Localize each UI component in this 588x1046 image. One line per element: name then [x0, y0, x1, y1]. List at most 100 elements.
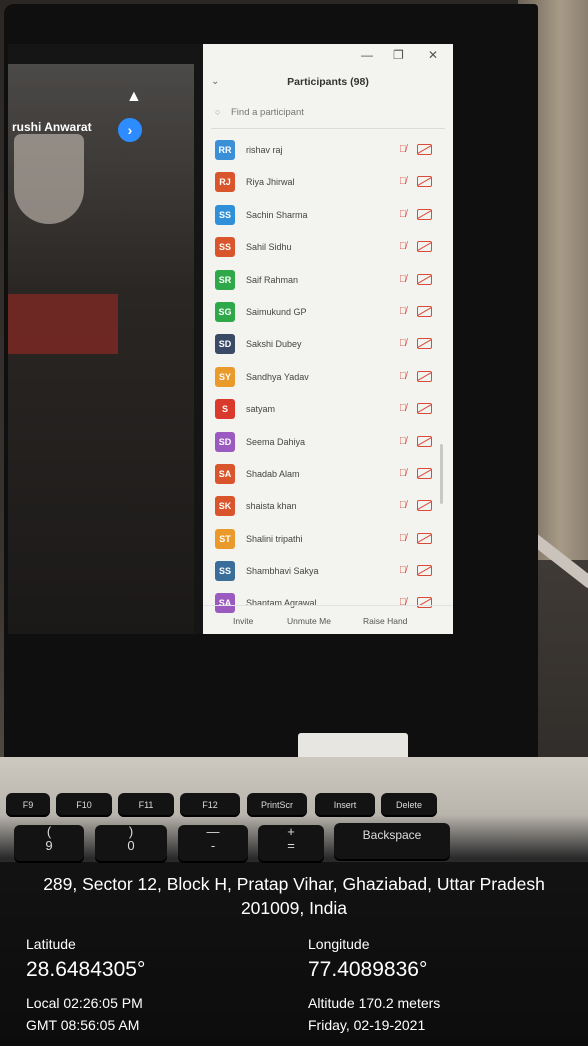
key-f12[interactable]: F12 [180, 793, 240, 817]
avatar: SR [215, 269, 235, 290]
laptop-screen: rushi Anwarat › ▲ — ❐ ✕ ⌄ Participants (… [8, 44, 453, 634]
key-f9[interactable]: F9 [6, 793, 50, 817]
camera-off-icon[interactable] [417, 144, 432, 155]
participant-name: Sandhya Yadav [246, 371, 309, 382]
participant-row[interactable]: SS Shambhavi Sakya 🎙̸ [203, 556, 453, 588]
participant-row[interactable]: SS Sachin Sharma 🎙̸ [203, 200, 453, 232]
participant-name: Shadab Alam [246, 468, 300, 479]
participant-name: Saimukund GP [246, 306, 307, 317]
participant-row[interactable]: SR Saif Rahman 🎙̸ [203, 265, 453, 297]
key-insert[interactable]: Insert [315, 793, 375, 817]
participants-panel: — ❐ ✕ ⌄ Participants (98) ○ RR rishav raj… [203, 44, 453, 634]
participant-row[interactable]: Ssatyam 🎙̸ [203, 394, 453, 426]
close-icon[interactable]: ✕ [428, 48, 438, 62]
participant-row[interactable]: SD Seema Dahiya 🎙̸ [203, 427, 453, 459]
mic-muted-icon[interactable]: 🎙̸ [399, 468, 407, 479]
panel-footer: Invite Unmute Me Raise Hand [203, 605, 453, 634]
camera-off-icon[interactable] [417, 370, 432, 382]
mic-muted-icon[interactable]: 🎙̸ [399, 565, 407, 576]
participant-name: Shalini tripathi [246, 533, 303, 544]
mic-muted-icon[interactable]: 🎙̸ [399, 176, 407, 187]
avatar: ST [215, 528, 235, 549]
photo: rushi Anwarat › ▲ — ❐ ✕ ⌄ Participants (… [0, 0, 588, 1046]
key-delete[interactable]: Delete [381, 793, 437, 817]
participant-name: Shambhavi Sakya [246, 566, 319, 577]
camera-off-icon[interactable] [417, 273, 432, 285]
latitude-value: 28.6484305° [26, 958, 146, 981]
participant-row[interactable]: SY Sandhya Yadav 🎙̸ [203, 362, 453, 394]
camera-off-icon[interactable] [417, 435, 432, 447]
participant-name: shaista khan [246, 501, 297, 512]
key-backspace[interactable]: Backspace [334, 823, 450, 861]
participant-row[interactable]: SG Saimukund GP 🎙̸ [203, 297, 453, 329]
camera-off-icon[interactable] [417, 208, 432, 220]
avatar: SS [215, 561, 235, 582]
participant-row[interactable]: SS Sahil Sidhu 🎙̸ [203, 232, 453, 264]
panel-title: Participants (98) [287, 76, 369, 88]
avatar: SG [215, 301, 235, 322]
scrollbar[interactable] [440, 444, 443, 504]
camera-off-icon[interactable] [417, 532, 432, 544]
avatar: SD [215, 334, 235, 355]
mic-muted-icon[interactable]: 🎙̸ [399, 241, 407, 252]
mic-muted-icon[interactable]: 🎙̸ [399, 500, 407, 511]
mic-muted-icon[interactable]: 🎙̸ [399, 533, 407, 544]
avatar: SS [215, 237, 235, 258]
participant-row[interactable]: RR rishav raj 🎙̸ [203, 135, 453, 167]
next-arrow-icon[interactable]: › [118, 118, 142, 142]
unmute-button[interactable]: Unmute Me [287, 616, 331, 626]
crest-image [14, 134, 84, 224]
invite-button[interactable]: Invite [233, 616, 253, 626]
camera-off-icon[interactable] [417, 176, 432, 188]
mic-muted-icon[interactable]: 🎙̸ [399, 403, 407, 414]
local-time: Local 02:26:05 PM [26, 995, 143, 1011]
participant-name: satyam [246, 404, 276, 415]
video-feed: rushi Anwarat › ▲ [8, 64, 194, 634]
camera-off-icon[interactable] [417, 565, 432, 577]
mic-muted-icon[interactable]: 🎙̸ [399, 338, 407, 349]
participant-list: RR rishav raj 🎙̸ RJ Riya Jhirwal 🎙̸ SS Sachin S… [203, 135, 453, 621]
avatar: SA [215, 463, 235, 484]
camera-off-icon[interactable] [417, 500, 432, 512]
mic-muted-icon[interactable]: 🎙̸ [399, 144, 407, 155]
popout-icon[interactable]: ❐ [393, 48, 404, 62]
mic-muted-icon[interactable]: 🎙̸ [399, 209, 407, 220]
altitude: Altitude 170.2 meters [308, 995, 441, 1011]
participant-row[interactable]: SA Shadab Alam 🎙̸ [203, 459, 453, 491]
participant-row[interactable]: SK shaista khan 🎙̸ [203, 491, 453, 523]
avatar: SD [215, 431, 235, 452]
key-9[interactable]: ( 9 [14, 825, 84, 863]
minimize-icon[interactable]: — [361, 48, 373, 62]
avatar: SS [215, 204, 235, 225]
avatar: SK [215, 496, 235, 517]
participant-row[interactable]: ST Shalini tripathi 🎙̸ [203, 524, 453, 556]
address: 289, Sector 12, Block H, Pratap Vihar, G… [43, 874, 545, 918]
search-icon: ○ [215, 107, 221, 117]
camera-off-icon[interactable] [417, 467, 432, 479]
gmt-time: GMT 08:56:05 AM [26, 1017, 140, 1033]
mic-muted-icon[interactable]: 🎙̸ [399, 371, 407, 382]
camera-off-icon[interactable] [417, 305, 432, 317]
avatar: RJ [215, 172, 235, 193]
participant-row[interactable]: RJ Riya Jhirwal 🎙̸ [203, 167, 453, 199]
key-0[interactable]: ) 0 [95, 825, 167, 863]
participant-name: Seema Dahiya [246, 436, 306, 447]
participant-row[interactable]: SD Sakshi Dubey 🎙̸ [203, 329, 453, 361]
camera-off-icon[interactable] [417, 403, 432, 415]
raise-hand-button[interactable]: Raise Hand [363, 616, 407, 626]
mic-muted-icon[interactable]: 🎙̸ [399, 306, 407, 317]
mic-muted-icon[interactable]: 🎙̸ [399, 274, 407, 285]
panel-header: ⌄ Participants (98) [203, 70, 453, 100]
participant-name: Sahil Sidhu [246, 242, 292, 253]
key-f11[interactable]: F11 [118, 793, 174, 817]
search-input[interactable] [229, 106, 433, 119]
camera-off-icon[interactable] [417, 338, 432, 350]
mic-muted-icon[interactable]: 🎙̸ [399, 436, 407, 447]
key-printscr[interactable]: PrintScr [247, 793, 307, 817]
key-minus[interactable]: — - [178, 825, 248, 863]
participant-name: Sachin Sharma [246, 209, 308, 220]
camera-off-icon[interactable] [417, 241, 432, 253]
window-titlebar: — ❐ ✕ [203, 44, 453, 70]
key-equals[interactable]: + = [258, 825, 324, 863]
key-f10[interactable]: F10 [56, 793, 112, 817]
